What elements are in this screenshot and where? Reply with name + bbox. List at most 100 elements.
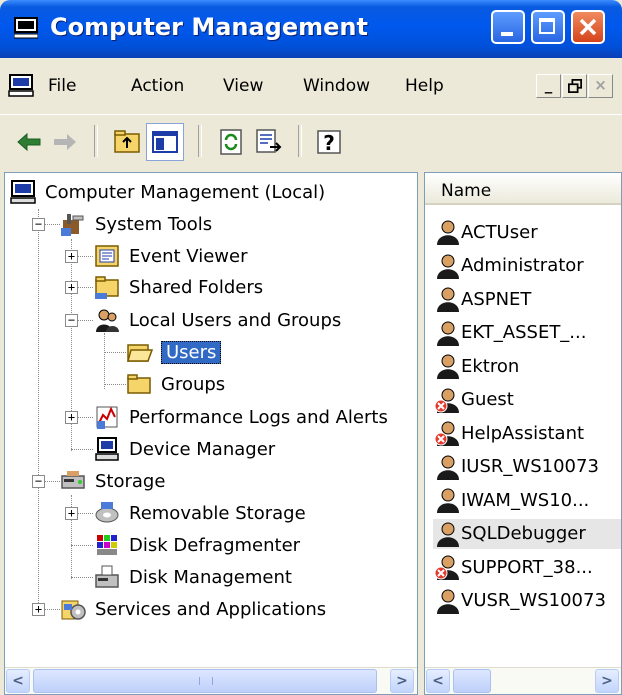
toolbar-separator	[198, 125, 202, 157]
scrollbar-thumb[interactable]	[33, 669, 377, 693]
tree-node-storage[interactable]: Storage	[59, 466, 165, 496]
list-item[interactable]: ASPNET	[433, 284, 531, 314]
list-horizontal-scrollbar[interactable]: < >	[425, 667, 621, 694]
list-item-label: VUSR_WS10073	[461, 590, 606, 611]
disabled-user-icon	[434, 555, 459, 580]
menu-bar: File Action View Window Help _ ×	[0, 64, 622, 112]
menu-window[interactable]: Window	[303, 76, 370, 96]
list-item[interactable]: Ektron	[433, 351, 519, 381]
user-icon	[437, 354, 459, 379]
tree-node-root[interactable]: Computer Management (Local)	[9, 177, 325, 207]
list-item[interactable]: EKT_ASSET_...	[433, 318, 586, 348]
tree-node-event-viewer[interactable]: Event Viewer	[93, 241, 247, 271]
window-title: Computer Management	[50, 13, 368, 41]
thumb-grip-icon	[199, 677, 213, 685]
services-applications-icon	[61, 600, 86, 620]
system-tools-collapse-toggle[interactable]: −	[32, 218, 45, 231]
shared-folder-icon	[95, 276, 119, 299]
scroll-right-button[interactable]: >	[390, 669, 414, 693]
event-viewer-icon	[95, 245, 119, 267]
list-item[interactable]: HelpAssistant	[433, 418, 584, 448]
tree-node-disk-defragmenter[interactable]: Disk Defragmenter	[93, 530, 300, 560]
scroll-left-button[interactable]: <	[6, 669, 30, 693]
tree-node-device-manager[interactable]: Device Manager	[93, 434, 275, 464]
mdi-restore-button[interactable]	[562, 74, 587, 98]
list-scrollbar-thumb[interactable]	[453, 669, 491, 693]
console-tree-pane[interactable]: − + + − + − + + Computer Management (Loc…	[4, 172, 418, 695]
tree-label-disk-management: Disk Management	[129, 566, 292, 588]
event-viewer-expand-toggle[interactable]: +	[65, 250, 78, 263]
minimize-button[interactable]	[491, 10, 525, 44]
shared-folders-expand-toggle[interactable]: +	[65, 281, 78, 294]
tree-label-system-tools: System Tools	[95, 213, 213, 235]
perf-logs-expand-toggle[interactable]: +	[65, 411, 78, 424]
tree-node-shared-folders[interactable]: Shared Folders	[93, 272, 263, 302]
tree-node-removable-storage[interactable]: Removable Storage	[93, 498, 306, 528]
services-apps-expand-toggle[interactable]: +	[32, 603, 45, 616]
forward-arrow-icon[interactable]	[50, 127, 80, 157]
removable-storage-expand-toggle[interactable]: +	[65, 507, 78, 520]
tree-connector	[71, 545, 93, 546]
tree-node-system-tools[interactable]: System Tools	[59, 209, 212, 239]
list-item-label: Guest	[461, 389, 514, 410]
tree-label-services-apps: Services and Applications	[95, 598, 327, 620]
tree-label-disk-defragmenter: Disk Defragmenter	[129, 534, 301, 556]
disk-management-icon	[95, 565, 119, 588]
list-item[interactable]: Guest	[433, 385, 514, 415]
close-button[interactable]	[571, 10, 605, 44]
help-icon[interactable]: ?	[314, 127, 344, 157]
menu-action[interactable]: Action	[131, 76, 184, 96]
system-tools-icon	[61, 214, 84, 236]
export-list-icon[interactable]	[254, 127, 284, 157]
tree-node-users[interactable]: Users	[125, 337, 222, 367]
title-bar[interactable]: Computer Management	[0, 0, 622, 58]
tree-label-storage: Storage	[95, 470, 166, 492]
user-icon	[437, 321, 459, 346]
list-item-label: SUPPORT_38...	[461, 556, 593, 578]
tree-connector	[104, 384, 126, 385]
list-item[interactable]: VUSR_WS10073	[433, 586, 606, 616]
maximize-button[interactable]	[531, 10, 565, 44]
list-scroll-left-button[interactable]: <	[426, 669, 450, 693]
tree-connector	[38, 209, 39, 615]
open-folder-icon	[127, 344, 153, 362]
menu-view[interactable]: View	[223, 76, 263, 96]
disabled-user-icon	[434, 421, 459, 446]
back-arrow-icon[interactable]	[14, 127, 44, 157]
list-scroll-right-button[interactable]: >	[595, 669, 619, 693]
local-users-collapse-toggle[interactable]: −	[65, 314, 78, 327]
tree-node-groups[interactable]: Groups	[125, 369, 225, 399]
storage-collapse-toggle[interactable]: −	[32, 475, 45, 488]
tree-connector	[71, 577, 93, 578]
column-header-name[interactable]: Name	[425, 173, 621, 205]
tree-horizontal-scrollbar[interactable]: < >	[5, 667, 417, 694]
users-group-icon	[96, 309, 119, 332]
tree-node-perf-logs[interactable]: Performance Logs and Alerts	[93, 402, 388, 432]
disabled-user-icon	[434, 388, 459, 413]
tree-node-local-users-groups[interactable]: Local Users and Groups	[93, 305, 341, 335]
list-item[interactable]: SQLDebugger	[433, 518, 621, 549]
list-item[interactable]: IUSR_WS10073	[433, 452, 599, 482]
refresh-icon[interactable]	[216, 127, 246, 157]
computer-management-app-icon	[14, 17, 38, 39]
mdi-minimize-button[interactable]: _	[536, 74, 561, 98]
svg-text:?: ?	[323, 131, 335, 155]
tree-label-users-selected: Users	[161, 340, 222, 364]
list-item-label: HelpAssistant	[461, 422, 585, 444]
mdi-close-button[interactable]: ×	[588, 74, 613, 98]
list-item[interactable]: SUPPORT_38...	[433, 552, 593, 582]
computer-icon[interactable]	[8, 74, 34, 98]
menu-file[interactable]: File	[48, 76, 76, 96]
menu-help[interactable]: Help	[405, 76, 444, 96]
up-folder-icon[interactable]	[112, 127, 142, 157]
tree-node-services-apps[interactable]: Services and Applications	[59, 594, 326, 624]
tree-node-disk-management[interactable]: Disk Management	[93, 562, 292, 592]
list-item-label: SQLDebugger	[461, 523, 586, 544]
list-item[interactable]: IWAM_WS10...	[433, 485, 589, 515]
details-list-pane[interactable]: Name ACTUser Administrator ASPNET EKT_ASSET…	[424, 172, 622, 695]
list-item[interactable]: Administrator	[433, 251, 584, 281]
tree-connector	[104, 352, 126, 353]
list-item[interactable]: ACTUser	[433, 217, 538, 247]
tree-label-removable-storage: Removable Storage	[129, 502, 306, 524]
show-hide-tree-button[interactable]	[146, 123, 184, 161]
